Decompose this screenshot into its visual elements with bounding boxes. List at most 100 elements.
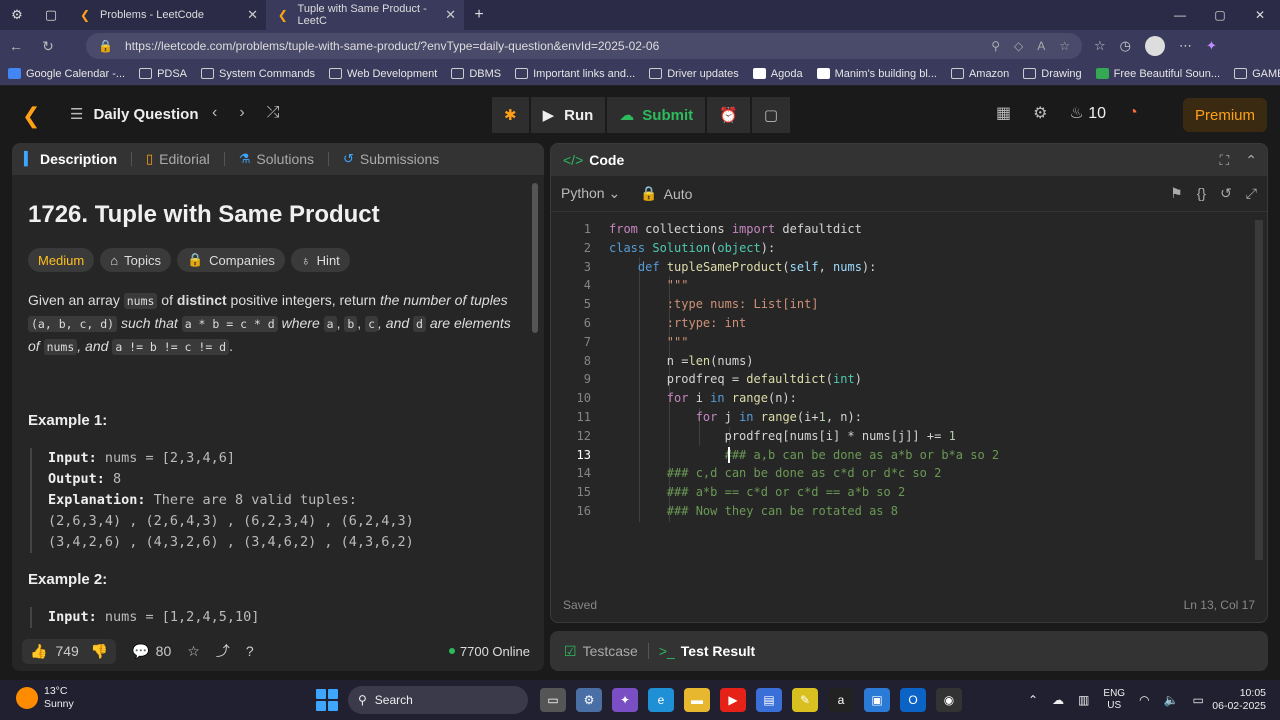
close-window-icon[interactable]: ✕ — [1240, 8, 1280, 22]
tab-actions-icon[interactable]: ▢ — [34, 0, 68, 30]
tab-test-result[interactable]: >_ Test Result — [659, 643, 755, 659]
copilot-icon[interactable]: ✦ — [1206, 38, 1217, 54]
premium-button[interactable]: Premium — [1183, 98, 1267, 132]
zoom-icon[interactable]: ⚲ — [991, 39, 1000, 53]
battery-icon[interactable]: ▭ — [1193, 693, 1204, 707]
debug-button[interactable]: ✱ — [492, 97, 529, 133]
sun-icon — [16, 687, 38, 709]
layout-grid-icon[interactable]: ▦ — [996, 103, 1011, 123]
hint-chip[interactable]: ♁ Hint — [290, 248, 350, 272]
format-braces-icon[interactable]: {} — [1197, 185, 1206, 202]
companies-chip[interactable]: 🔒 Companies — [176, 248, 285, 272]
bookmark-icon[interactable]: ⚑ — [1170, 185, 1183, 202]
description-scrollbar[interactable] — [532, 183, 538, 333]
windows-start-icon[interactable] — [316, 689, 338, 711]
browser-menu-icon[interactable]: ⚙ — [0, 0, 34, 30]
weather-widget[interactable]: 13°C Sunny — [16, 685, 74, 711]
favorites-icon[interactable]: ☆ — [1094, 38, 1106, 54]
browser-tab-tuple[interactable]: ❮ Tuple with Same Product - LeetC ✕ — [266, 0, 464, 30]
fullscreen-icon[interactable]: ⛶ — [1219, 152, 1229, 169]
bookmark-item[interactable]: Manim's building bl... — [816, 68, 937, 80]
obs-app-icon[interactable]: ◉ — [936, 688, 962, 712]
volume-icon[interactable]: 🔈 — [1164, 693, 1179, 707]
editor-scrollbar[interactable] — [1255, 220, 1263, 560]
leetcode-logo-icon[interactable]: ❮ — [22, 103, 44, 128]
remote-desktop-icon[interactable]: ▣ — [864, 688, 890, 712]
code-editor[interactable]: 1 from collections import defaultdict 2 cl… — [551, 220, 1267, 580]
comments-button[interactable]: 💬 80 — [132, 643, 171, 660]
close-tab-icon[interactable]: ✕ — [247, 7, 258, 23]
browser-tab-problems[interactable]: ❮ Problems - LeetCode ✕ — [68, 0, 266, 30]
onedrive-icon[interactable]: ☁ — [1052, 693, 1064, 707]
tab-editorial[interactable]: ▯ Editorial — [146, 151, 210, 167]
collapse-icon[interactable]: ⌃ — [1245, 152, 1257, 169]
bookmark-item[interactable]: DBMS — [451, 68, 501, 80]
bookmark-item[interactable]: PDSA — [139, 68, 187, 80]
like-button[interactable]: 👍 749 👎 — [22, 638, 117, 664]
outlook-app-icon[interactable]: O — [900, 688, 926, 712]
submit-button[interactable]: ☁ Submit — [607, 97, 706, 133]
next-problem-icon[interactable]: › — [239, 104, 244, 122]
taskbar-search[interactable]: ⚲ Search — [348, 686, 528, 714]
share-icon[interactable]: ⤴ — [216, 641, 230, 661]
language-indicator[interactable]: ENG US — [1103, 688, 1125, 712]
expand-icon[interactable]: ⤢ — [1246, 185, 1257, 202]
thumbs-down-icon[interactable]: 👎 — [91, 643, 108, 660]
new-tab-button[interactable]: + — [464, 6, 494, 24]
close-tab-icon[interactable]: ✕ — [445, 7, 456, 23]
daily-question-link[interactable]: ☰ Daily Question — [70, 105, 198, 124]
shuffle-icon[interactable]: ⤮ — [267, 104, 280, 122]
bookmark-item[interactable]: Free Beautiful Soun... — [1095, 68, 1220, 80]
favorite-star-icon[interactable]: ☆ — [187, 643, 200, 660]
reload-icon[interactable]: ↻ — [32, 38, 64, 55]
file-explorer-icon[interactable]: ▬ — [684, 688, 710, 712]
read-aloud-icon[interactable]: A — [1037, 39, 1045, 53]
settings-gear-icon[interactable]: ⚙ — [1033, 103, 1047, 123]
profile-avatar[interactable] — [1145, 36, 1165, 56]
tray-overflow-icon[interactable]: ⌃ — [1028, 693, 1038, 707]
topics-chip[interactable]: ⌂ Topics — [100, 248, 171, 272]
sticky-notes-icon[interactable]: ✎ — [792, 688, 818, 712]
edge-browser-icon[interactable]: e — [648, 688, 674, 712]
bookmark-item[interactable]: Important links and... — [515, 68, 635, 80]
streak-counter[interactable]: ♨ 10 — [1069, 103, 1106, 123]
back-icon[interactable]: ← — [0, 38, 32, 54]
progress-ring-icon[interactable]: ◔ — [1128, 104, 1138, 122]
settings-app-icon[interactable]: ⚙ — [576, 688, 602, 712]
reset-icon[interactable]: ↺ — [1220, 185, 1232, 202]
youtube-app-icon[interactable]: ▶ — [720, 688, 746, 712]
url-bar[interactable]: 🔒 https://leetcode.com/problems/tuple-wi… — [86, 33, 1082, 59]
bookmark-item[interactable]: Driver updates — [649, 68, 739, 80]
copilot-app-icon[interactable]: ✦ — [612, 688, 638, 712]
bookmark-item[interactable]: Amazon — [950, 68, 1009, 80]
bookmark-item[interactable]: GAME — [1234, 68, 1280, 80]
auto-mode-toggle[interactable]: 🔒 Auto — [640, 185, 692, 202]
bookmark-item[interactable]: Google Calendar -... — [8, 68, 125, 80]
wifi-icon[interactable]: ◠ — [1139, 693, 1149, 707]
bookmark-item[interactable]: System Commands — [201, 68, 315, 80]
history-icon[interactable]: ◷ — [1120, 38, 1131, 54]
amazon-app-icon[interactable]: a — [828, 688, 854, 712]
help-icon[interactable]: ? — [246, 643, 254, 659]
run-button[interactable]: ▶ Run — [530, 97, 606, 133]
notes-button[interactable]: ▢ — [751, 97, 791, 133]
extension-icon[interactable]: ◇ — [1014, 39, 1023, 53]
tab-description[interactable]: ▍ Description — [24, 151, 117, 167]
bookmark-item[interactable]: Drawing — [1023, 68, 1082, 80]
taskbar-clock[interactable]: 10:05 06-02-2025 — [1208, 687, 1266, 713]
tab-submissions[interactable]: ↺ Submissions — [343, 151, 439, 167]
widgets-icon[interactable]: ▥ — [1078, 693, 1089, 707]
tab-solutions[interactable]: ⚗ Solutions — [239, 151, 314, 167]
language-select[interactable]: Python ⌄ — [561, 185, 620, 202]
prev-problem-icon[interactable]: ‹ — [212, 104, 217, 122]
timer-button[interactable]: ⏰ — [707, 97, 750, 133]
bookmark-item[interactable]: Web Development — [329, 68, 437, 80]
store-app-icon[interactable]: ▤ — [756, 688, 782, 712]
maximize-icon[interactable]: ▢ — [1200, 8, 1240, 22]
favorite-star-icon[interactable]: ☆ — [1059, 39, 1070, 53]
tab-testcase[interactable]: ☑ Testcase — [564, 643, 638, 660]
more-menu-icon[interactable]: ⋯ — [1179, 38, 1192, 54]
bookmark-item[interactable]: Agoda — [752, 68, 803, 80]
minimize-icon[interactable]: — — [1160, 8, 1200, 22]
task-view-icon[interactable]: ▭ — [540, 688, 566, 712]
